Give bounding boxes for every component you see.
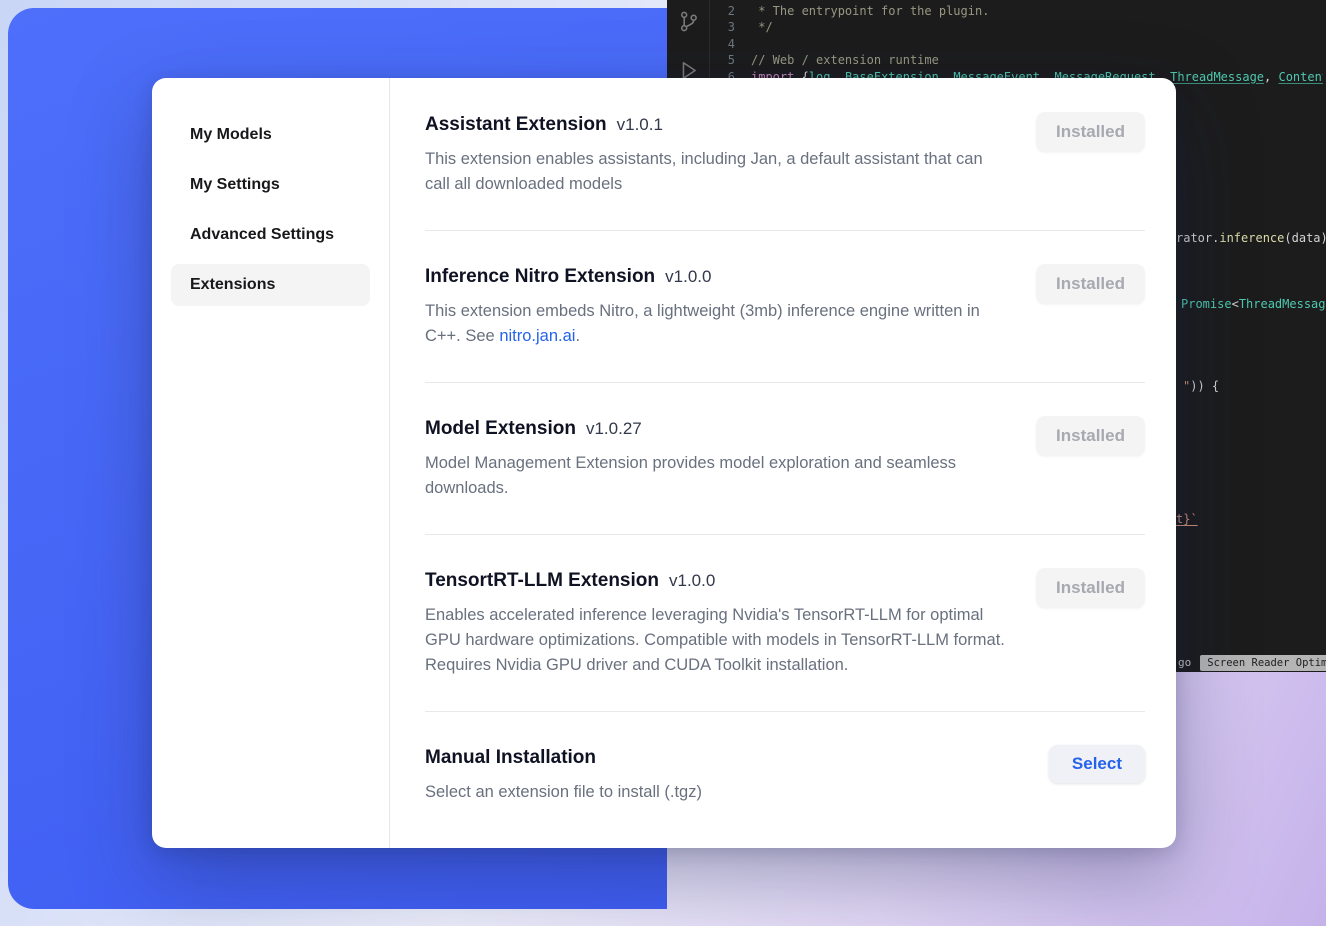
extension-title-text: TensortRT-LLM Extension bbox=[425, 570, 659, 591]
code-token-identifier: ThreadMessage bbox=[1170, 70, 1264, 84]
sidebar-item-label: My Models bbox=[190, 126, 272, 144]
sidebar-item-advanced-settings[interactable]: Advanced Settings bbox=[171, 214, 370, 256]
sidebar-item-label: Extensions bbox=[190, 276, 275, 294]
extension-description: Model Management Extension provides mode… bbox=[425, 451, 1010, 501]
extension-text: TensortRT-LLM Extension v1.0.0 Enables ac… bbox=[425, 568, 1010, 678]
extension-section-model: Model Extension v1.0.27 Model Management … bbox=[425, 383, 1145, 535]
extension-title: Model Extension v1.0.27 bbox=[425, 416, 1010, 442]
extension-title: Assistant Extension v1.0.1 bbox=[425, 112, 1010, 138]
extension-section-tensorrt: TensortRT-LLM Extension v1.0.0 Enables ac… bbox=[425, 535, 1145, 712]
extension-description: Enables accelerated inference leveraging… bbox=[425, 603, 1010, 678]
code-token-type: Promise bbox=[1181, 297, 1232, 311]
extension-description: This extension enables assistants, inclu… bbox=[425, 147, 1010, 197]
code-fragment: Promise<ThreadMessage> bbox=[1181, 296, 1326, 312]
extension-description: Select an extension file to install (.tg… bbox=[425, 780, 702, 805]
extension-text: Inference Nitro Extension v1.0.0 This ext… bbox=[425, 264, 1010, 349]
installed-button[interactable]: Installed bbox=[1036, 112, 1145, 152]
code-area: 2 * The entrypoint for the plugin. 3 */ … bbox=[711, 3, 1323, 85]
code-token-comment: */ bbox=[751, 20, 773, 34]
description-text: . bbox=[575, 327, 580, 345]
extension-section-nitro: Inference Nitro Extension v1.0.0 This ext… bbox=[425, 231, 1145, 383]
extension-version: v1.0.0 bbox=[669, 571, 715, 590]
extension-description: This extension embeds Nitro, a lightweig… bbox=[425, 299, 1010, 349]
sidebar-item-label: Advanced Settings bbox=[190, 226, 334, 244]
code-token-function: inference bbox=[1219, 231, 1284, 245]
page-background: { "colors": { "brand_blue": "#466af7", "… bbox=[0, 0, 1326, 926]
code-line: 2 * The entrypoint for the plugin. bbox=[711, 3, 1323, 19]
installed-button[interactable]: Installed bbox=[1036, 264, 1145, 304]
status-bar: go Screen Reader Optimiz bbox=[1178, 653, 1326, 672]
code-token: rator. bbox=[1176, 231, 1219, 245]
extension-version: v1.0.1 bbox=[617, 115, 663, 134]
extension-section-assistant: Assistant Extension v1.0.1 This extension… bbox=[425, 112, 1145, 231]
extension-version: v1.0.0 bbox=[665, 267, 711, 286]
line-number: 2 bbox=[711, 3, 735, 19]
line-number: 5 bbox=[711, 52, 735, 68]
code-fragment: ")) { bbox=[1183, 378, 1219, 394]
line-number: 3 bbox=[711, 19, 735, 35]
code-token-type: ThreadMessage bbox=[1239, 297, 1326, 311]
extension-title: Inference Nitro Extension v1.0.0 bbox=[425, 264, 1010, 290]
code-line: 4 bbox=[711, 36, 1323, 52]
sidebar-item-my-models[interactable]: My Models bbox=[171, 114, 370, 156]
code-line: 3 */ bbox=[711, 19, 1323, 35]
code-token: (data)); bbox=[1284, 231, 1326, 245]
settings-modal: My Models My Settings Advanced Settings … bbox=[152, 78, 1176, 848]
source-control-icon[interactable] bbox=[677, 10, 700, 33]
select-button[interactable]: Select bbox=[1049, 745, 1145, 783]
code-line: 5 // Web / extension runtime bbox=[711, 52, 1323, 68]
extension-text: Manual Installation Select an extension … bbox=[425, 745, 702, 805]
code-token-identifier: ContentType bbox=[1278, 70, 1323, 84]
manual-installation-section: Manual Installation Select an extension … bbox=[425, 712, 1145, 838]
installed-button[interactable]: Installed bbox=[1036, 416, 1145, 456]
extension-title-text: Assistant Extension bbox=[425, 114, 607, 135]
extension-title-text: Model Extension bbox=[425, 418, 576, 439]
extension-version: v1.0.27 bbox=[586, 419, 642, 438]
code-token: )) { bbox=[1190, 379, 1219, 393]
line-number: 4 bbox=[711, 36, 735, 52]
code-fragment: rator.inference(data)); bbox=[1176, 230, 1326, 246]
extension-title-text: Inference Nitro Extension bbox=[425, 266, 655, 287]
code-token-comment: * The entrypoint for the plugin. bbox=[751, 4, 989, 18]
sidebar-item-label: My Settings bbox=[190, 176, 280, 194]
sidebar-item-extensions[interactable]: Extensions bbox=[171, 264, 370, 306]
extension-text: Assistant Extension v1.0.1 This extension… bbox=[425, 112, 1010, 197]
extension-title-text: Manual Installation bbox=[425, 747, 596, 768]
installed-button[interactable]: Installed bbox=[1036, 568, 1145, 608]
extension-title: TensortRT-LLM Extension v1.0.0 bbox=[425, 568, 1010, 594]
nitro-jan-ai-link[interactable]: nitro.jan.ai bbox=[499, 327, 575, 345]
sidebar-item-my-settings[interactable]: My Settings bbox=[171, 164, 370, 206]
extension-text: Model Extension v1.0.27 Model Management … bbox=[425, 416, 1010, 501]
code-fragment: t}` bbox=[1176, 511, 1198, 527]
status-text: go bbox=[1178, 656, 1191, 669]
settings-sidebar: My Models My Settings Advanced Settings … bbox=[152, 78, 390, 848]
code-token: < bbox=[1232, 297, 1239, 311]
screen-reader-optimized-badge[interactable]: Screen Reader Optimiz bbox=[1200, 655, 1326, 671]
extensions-list: Assistant Extension v1.0.1 This extension… bbox=[390, 78, 1176, 848]
code-token-comment: // Web / extension runtime bbox=[751, 53, 939, 67]
extension-title: Manual Installation bbox=[425, 745, 702, 771]
code-token: , bbox=[1264, 70, 1278, 84]
